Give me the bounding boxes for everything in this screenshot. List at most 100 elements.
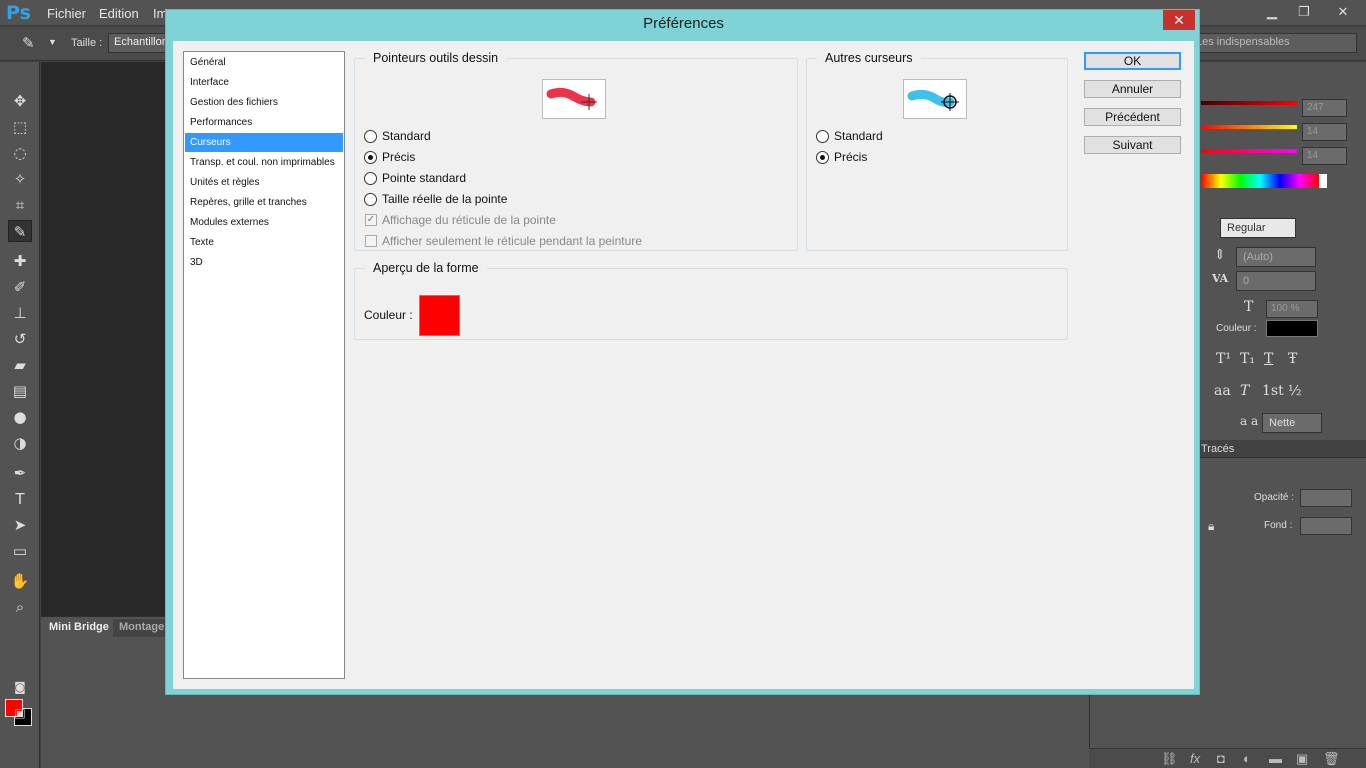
other-standard-option[interactable]: Standard (816, 129, 883, 143)
next-button[interactable]: Suivant (1084, 136, 1181, 154)
minimize-icon[interactable]: ▁ (1257, 2, 1287, 22)
painting-normal-tip-radio[interactable] (364, 171, 377, 185)
blue-slider[interactable] (1201, 149, 1297, 153)
show-crosshair-option[interactable]: ✓ Affichage du réticule de la pointe (365, 213, 556, 227)
fx-icon[interactable]: fx (1190, 751, 1200, 766)
green-value[interactable]: 14 (1302, 123, 1347, 141)
nav-guides-grid[interactable]: Repères, grille et tranches (185, 193, 343, 212)
menu-file[interactable]: Fichier (47, 6, 86, 21)
nav-transparency[interactable]: Transp. et coul. non imprimables (185, 153, 343, 172)
ordinal-icon[interactable]: 1st (1262, 383, 1284, 399)
fraction-icon[interactable]: ½ (1288, 383, 1302, 399)
painting-full-size-tip-radio[interactable] (364, 192, 377, 206)
green-slider[interactable] (1201, 125, 1297, 129)
ligature-icon[interactable]: aa (1214, 383, 1231, 399)
blue-value[interactable]: 14 (1302, 147, 1347, 165)
red-slider[interactable] (1201, 101, 1297, 105)
crop-tool-icon[interactable]: ⌗ (8, 194, 32, 216)
tool-preset-chevron-icon[interactable]: ▼ (48, 37, 57, 47)
restore-icon[interactable]: ❐ (1289, 2, 1319, 22)
other-standard-radio[interactable] (816, 129, 829, 143)
blur-tool-icon[interactable]: ● (8, 406, 32, 428)
font-style-select[interactable]: Regular (1220, 218, 1296, 238)
tab-mini-bridge[interactable]: Mini Bridge (43, 619, 115, 637)
brush-tool-icon[interactable]: ✐ (8, 276, 32, 298)
text-color-swatch[interactable] (1266, 320, 1318, 337)
scale-field[interactable]: 100 % (1266, 300, 1318, 318)
nav-interface[interactable]: Interface (185, 73, 343, 92)
stamp-tool-icon[interactable]: ⊥ (8, 302, 32, 324)
nav-units-rulers[interactable]: Unités et règles (185, 173, 343, 192)
eyedropper-tool-icon[interactable]: ✎ (8, 220, 32, 242)
dodge-tool-icon[interactable]: ◑ (8, 432, 32, 454)
painting-full-size-tip-option[interactable]: Taille réelle de la pointe (364, 192, 507, 206)
nav-file-handling[interactable]: Gestion des fichiers (185, 93, 343, 112)
previous-button[interactable]: Précédent (1084, 108, 1181, 126)
tab-montage[interactable]: Montage (113, 619, 171, 637)
hand-tool-icon[interactable]: ✋ (8, 570, 32, 592)
trash-icon[interactable]: 🗑︎ (1323, 751, 1340, 767)
add-mask-icon[interactable]: ◘ (1217, 751, 1225, 766)
cancel-button[interactable]: Annuler (1084, 80, 1181, 98)
painting-normal-tip-option[interactable]: Pointe standard (364, 171, 466, 185)
red-value[interactable]: 247 (1302, 99, 1347, 117)
path-selection-icon[interactable]: ➤ (8, 514, 32, 536)
nav-plugins[interactable]: Modules externes (185, 213, 343, 232)
nav-3d[interactable]: 3D (185, 253, 343, 272)
history-brush-icon[interactable]: ↺ (8, 328, 32, 350)
leading-select[interactable]: (Auto) (1236, 247, 1316, 267)
other-precise-radio[interactable] (816, 150, 829, 164)
nav-type[interactable]: Texte (185, 233, 343, 252)
lasso-tool-icon[interactable]: ◌ (8, 142, 32, 164)
quick-selection-icon[interactable]: ✧ (8, 168, 32, 190)
eraser-tool-icon[interactable]: ▰ (8, 354, 32, 376)
adjustment-layer-icon[interactable]: ◐ (1243, 751, 1251, 766)
dialog-title: Préférences (643, 15, 724, 32)
crosshair-while-painting-option[interactable]: Afficher seulement le réticule pendant l… (365, 234, 642, 248)
painting-precise-option[interactable]: Précis (364, 150, 415, 164)
color-spectrum-bar[interactable] (1201, 174, 1327, 188)
eyedropper-icon[interactable]: ✎ (22, 34, 35, 52)
underline-icon[interactable]: T (1264, 351, 1273, 367)
screen-mode-icon[interactable]: ▣ (8, 702, 32, 724)
close-icon[interactable]: ✕ (1163, 10, 1195, 30)
tracking-select[interactable]: 0 (1236, 271, 1316, 291)
painting-cursors-legend: Pointeurs outils dessin (373, 51, 499, 65)
painting-standard-radio[interactable] (364, 129, 377, 143)
quick-mask-icon[interactable]: ◙ (8, 676, 32, 698)
sample-size-select[interactable]: Echantillon (108, 33, 168, 53)
new-layer-icon[interactable]: ▣ (1296, 751, 1308, 767)
opacity-field[interactable] (1300, 489, 1352, 507)
healing-brush-icon[interactable]: ✚ (8, 250, 32, 272)
shape-tool-icon[interactable]: ▭ (8, 540, 32, 562)
shape-color-swatch[interactable] (419, 295, 460, 336)
fill-field[interactable] (1300, 517, 1352, 535)
strikethrough-icon[interactable]: Ŧ (1288, 351, 1297, 367)
subscript-icon[interactable]: T₁ (1240, 351, 1255, 367)
nav-performance[interactable]: Performances (185, 113, 343, 132)
crosshair-while-painting-checkbox[interactable] (365, 235, 377, 247)
painting-standard-option[interactable]: Standard (364, 129, 431, 143)
antialias-select[interactable]: Nette (1262, 413, 1322, 433)
ok-button[interactable]: OK (1084, 52, 1181, 70)
swash-icon[interactable]: T (1240, 383, 1249, 399)
link-layers-icon[interactable]: ⛓ (1161, 751, 1178, 767)
painting-precise-radio[interactable] (364, 150, 377, 164)
pen-tool-icon[interactable]: ✒ (8, 462, 32, 484)
lock-icon[interactable]: 🔒︎ (1208, 519, 1214, 534)
new-group-icon[interactable]: ▬ (1269, 751, 1282, 766)
zoom-tool-icon[interactable]: ⌕ (8, 596, 32, 618)
type-tool-icon[interactable]: T (8, 488, 32, 510)
marquee-tool-icon[interactable]: ⬚ (8, 116, 32, 138)
other-precise-option[interactable]: Précis (816, 150, 867, 164)
menu-edit[interactable]: Edition (99, 6, 139, 21)
close-window-icon[interactable]: ✕ (1321, 2, 1365, 22)
move-tool-icon[interactable]: ✥ (8, 90, 32, 112)
workspace-select[interactable]: Les indispensables (1190, 33, 1357, 53)
nav-cursors[interactable]: Curseurs (185, 133, 343, 152)
superscript-icon[interactable]: T¹ (1216, 351, 1231, 367)
tab-paths[interactable]: Tracés (1201, 443, 1234, 455)
gradient-tool-icon[interactable]: ▤ (8, 380, 32, 402)
nav-general[interactable]: Général (185, 53, 343, 72)
show-crosshair-checkbox[interactable]: ✓ (365, 214, 377, 226)
